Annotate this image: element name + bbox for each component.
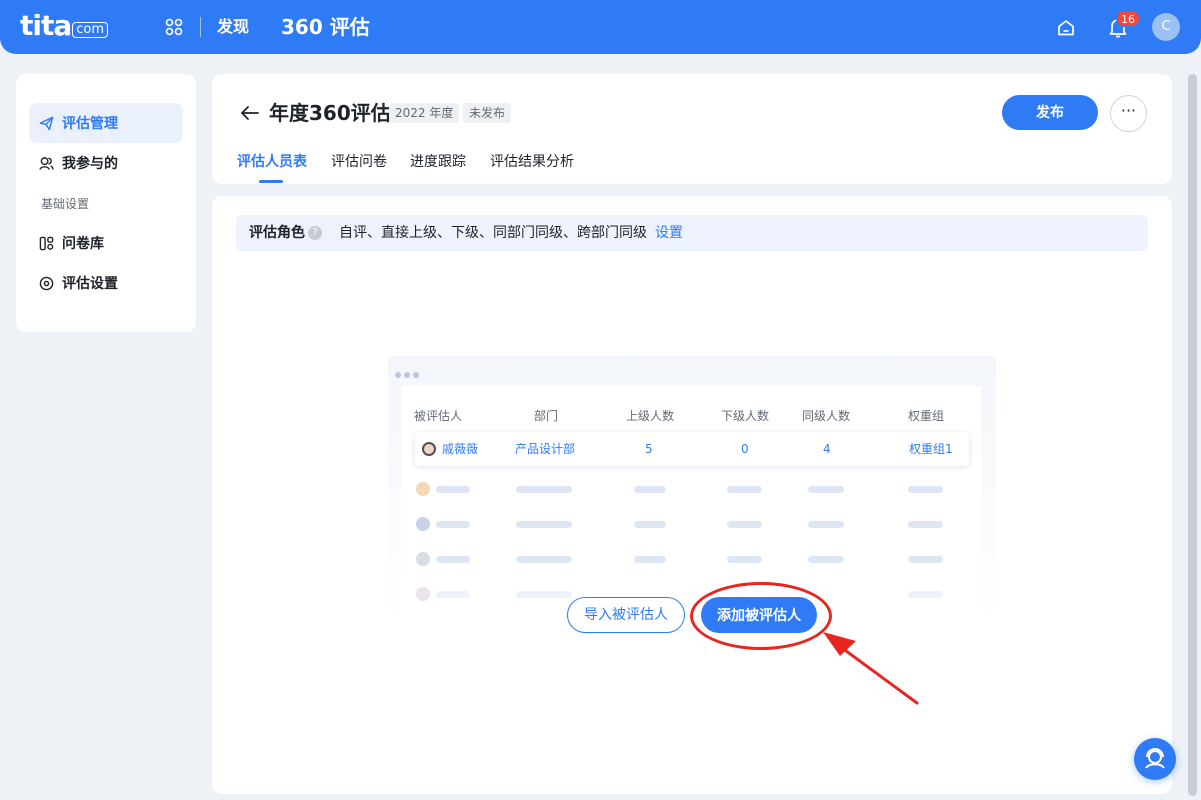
annotation-highlight-circle — [690, 582, 832, 650]
publish-button[interactable]: 发布 — [1002, 95, 1098, 130]
scrollbar[interactable] — [1188, 74, 1197, 796]
placeholder-bar — [634, 556, 666, 563]
customer-support-button[interactable] — [1134, 738, 1176, 780]
placeholder-bar — [808, 486, 844, 493]
help-icon[interactable]: ? — [308, 226, 322, 240]
assessee-panel: 评估角色 ? 自评、直接上级、下级、同部门同级、跨部门同级 设置 被评估人 部门… — [212, 196, 1172, 794]
people-icon — [39, 156, 54, 170]
sidebar: 评估管理 我参与的 基础设置 问卷库 评估设置 — [16, 74, 196, 332]
placeholder-bar — [436, 486, 470, 493]
avatar — [422, 442, 436, 456]
more-options-button[interactable]: ··· — [1110, 95, 1147, 132]
column-header: 上级人数 — [626, 409, 675, 423]
placeholder-bar — [516, 591, 572, 598]
department: 产品设计部 — [515, 442, 576, 456]
apps-grid-icon[interactable] — [165, 18, 183, 36]
placeholder-bar — [634, 521, 666, 528]
logo-text: tita — [20, 9, 72, 42]
settings-icon — [39, 276, 54, 290]
column-header: 权重组 — [908, 409, 945, 423]
placeholder-bar — [436, 521, 470, 528]
home-icon[interactable] — [1056, 18, 1076, 38]
column-header: 被评估人 — [414, 409, 463, 423]
role-list: 自评、直接上级、下级、同部门同级、跨部门同级 — [339, 225, 647, 241]
sidebar-item-questionnaire-library[interactable]: 问卷库 — [29, 223, 183, 263]
nav-discover-link[interactable]: 发现 — [217, 17, 249, 37]
subordinate-count: 0 — [741, 442, 749, 456]
sidebar-item-label: 评估设置 — [62, 276, 118, 292]
role-label: 评估角色 — [249, 225, 305, 241]
placeholder-bar — [908, 486, 943, 493]
status-badge: 未发布 — [463, 103, 512, 123]
window-dots — [395, 363, 422, 382]
superior-count: 5 — [645, 442, 653, 456]
sidebar-item-my-participation[interactable]: 我参与的 — [29, 143, 183, 183]
avatar — [416, 517, 430, 531]
placeholder-bar — [908, 591, 943, 598]
paper-plane-icon — [39, 116, 54, 130]
placeholder-bar — [436, 591, 470, 598]
questionnaire-icon — [39, 236, 54, 250]
avatar — [416, 482, 430, 496]
tab-assessee-list[interactable]: 评估人员表 — [237, 153, 307, 171]
assessment-header: 年度360评估 2022 年度 未发布 发布 ··· 评估人员表 评估问卷 进度… — [212, 74, 1172, 184]
sidebar-section-basic-settings: 基础设置 — [41, 197, 90, 211]
placeholder-bar — [516, 521, 572, 528]
role-settings-link[interactable]: 设置 — [655, 215, 683, 251]
placeholder-bar — [516, 556, 572, 563]
assessee-name: 戚薇薇 — [442, 442, 479, 456]
tab-progress-tracking[interactable]: 进度跟踪 — [410, 153, 466, 171]
placeholder-bar — [727, 556, 762, 563]
placeholder-bar — [727, 486, 762, 493]
notification-badge: 16 — [1116, 10, 1140, 27]
column-header: 部门 — [534, 409, 559, 423]
placeholder-bar — [516, 486, 572, 493]
back-arrow-icon[interactable] — [240, 104, 260, 122]
placeholder-bar — [808, 556, 844, 563]
table-row: 戚薇薇 产品设计部 5 0 4 权重组1 — [415, 432, 969, 466]
user-avatar[interactable]: C — [1152, 13, 1180, 41]
tab-questionnaire[interactable]: 评估问卷 — [331, 153, 387, 171]
app-title: 360 评估 — [281, 15, 370, 39]
sidebar-item-assessment-management[interactable]: 评估管理 — [29, 103, 183, 143]
tab-result-analysis[interactable]: 评估结果分析 — [490, 153, 574, 171]
tita-logo[interactable]: tita com — [20, 9, 109, 42]
placeholder-bar — [634, 486, 666, 493]
weight-group: 权重组1 — [909, 442, 953, 456]
nav-divider — [200, 17, 201, 37]
placeholder-bar — [908, 521, 943, 528]
sidebar-item-label: 我参与的 — [62, 156, 118, 172]
empty-state-illustration: 被评估人 部门 上级人数 下级人数 同级人数 权重组 戚薇薇 产品设计部 5 0… — [388, 356, 996, 646]
placeholder-bar — [908, 556, 943, 563]
avatar — [416, 587, 430, 601]
placeholder-bar — [808, 521, 844, 528]
sidebar-item-label: 问卷库 — [62, 236, 104, 252]
avatar — [416, 552, 430, 566]
year-tag: 2022 年度 — [389, 103, 460, 123]
page-title: 年度360评估 — [269, 101, 391, 125]
sidebar-item-label: 评估管理 — [62, 116, 118, 132]
assessment-role-bar: 评估角色 ? 自评、直接上级、下级、同部门同级、跨部门同级 设置 — [236, 215, 1148, 251]
top-bar: tita com 发现 360 评估 16 C — [0, 0, 1201, 54]
peer-count: 4 — [823, 442, 831, 456]
placeholder-bar — [436, 556, 470, 563]
sidebar-item-assessment-settings[interactable]: 评估设置 — [29, 263, 183, 303]
column-header: 下级人数 — [721, 409, 770, 423]
import-assessees-button[interactable]: 导入被评估人 — [567, 597, 685, 633]
logo-suffix: com — [72, 22, 109, 38]
support-icon — [1145, 748, 1165, 769]
column-header: 同级人数 — [802, 409, 851, 423]
placeholder-bar — [727, 521, 762, 528]
active-tab-indicator — [259, 180, 283, 183]
